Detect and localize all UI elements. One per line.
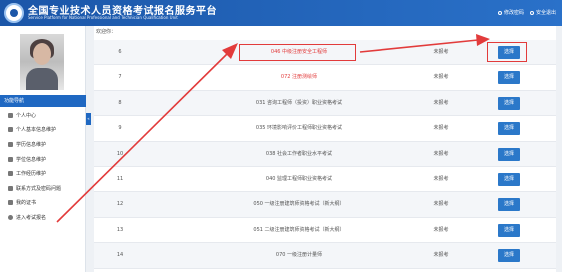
annotation-highlight-exam [239,44,356,61]
select-button-cell: 选择 [498,65,534,90]
row-number: 8 [118,99,122,106]
registration-status: 未报考 [433,252,449,259]
registration-status: 未报考 [433,49,449,55]
select-button[interactable]: 选择 [498,198,520,212]
sidebar-item-exam-registration[interactable]: 进入考试报名 [0,210,86,225]
avatar [20,34,64,90]
exam-name: 035 环境影响评价工程师职业资格考试 [255,125,343,132]
table-row: 7 072 注册测绘师 未报考 选择 [94,65,556,91]
registration-status: 未报考 [433,99,449,106]
graduation-icon [8,141,13,147]
change-password-link[interactable]: 修改密码 [497,9,524,16]
table-row: 14 070 一级注册计量师 未报考 选择 [94,243,556,269]
sidebar-item-personal-center[interactable]: 个人中心 [0,108,86,123]
exam-name: 070 一级注册计量师 [275,252,323,259]
table-row: 8 031 咨询工程师（投资）职业资格考试 未报考 选择 [94,90,556,117]
nav-section-title: 功能导航 [0,95,86,107]
lock-icon [497,10,502,15]
home-icon [8,112,13,118]
table-row: 12 050 一级注册建筑师资格考试（新大纲） 未报考 选择 [94,192,556,218]
exam-name: 031 咨询工程师（投资）职业资格考试 [255,99,343,106]
sidebar-item-label: 学历信息维护 [16,141,47,148]
row-number: 9 [118,125,122,132]
sidebar: 功能导航 个人中心 个人基本信息维护 学历信息维护 学位信息维护 工作经历维护 … [0,26,86,272]
sidebar-item-degree[interactable]: 学位信息维护 [0,152,86,167]
row-number: 13 [116,226,124,233]
sidebar-item-label: 进入考试报名 [16,214,47,221]
logout-link[interactable]: 安全退出 [529,9,556,16]
phone-icon [8,185,13,191]
platform-logo-icon [4,3,24,23]
page: 全国专业技术人员资格考试报名服务平台 Service Platform for … [0,0,562,272]
select-button-cell: 选择 [498,192,534,217]
logout-label: 安全退出 [535,10,556,16]
top-header: 全国专业技术人员资格考试报名服务平台 Service Platform for … [0,0,562,26]
sidebar-item-label: 我的证书 [16,200,37,207]
sidebar-item-work-experience[interactable]: 工作经历维护 [0,166,86,181]
select-button-cell: 选择 [498,91,534,116]
sidebar-item-label: 个人基本信息维护 [16,127,57,134]
table-row: 9 035 环境影响评价工程师职业资格考试 未报考 选择 [94,116,556,142]
arrow-right-icon [8,214,13,220]
welcome-text: 欢迎你： [96,29,117,35]
power-icon [529,10,534,15]
row-number: 12 [116,201,124,208]
platform-subtitle: Service Platform for National Profession… [28,15,178,20]
change-password-label: 修改密码 [503,10,524,16]
registration-status: 未报考 [433,226,449,233]
exam-name: 040 监理工程师职业资格考试 [265,175,333,182]
top-links: 修改密码 安全退出 [497,9,556,16]
sidebar-item-label: 个人中心 [16,112,37,119]
row-number: 6 [118,49,122,55]
table-row: 11 040 监理工程师职业资格考试 未报考 选择 [94,167,556,193]
main-content: 欢迎你： 6 046 中级注册安全工程师 未报考 选择 7 072 注册测绘师 未报考 选择 8… [94,26,556,272]
select-button-cell: 选择 [498,167,534,192]
registration-status: 未报考 [433,150,449,157]
select-button[interactable]: 选择 [498,71,520,85]
sidebar-item-basic-info[interactable]: 个人基本信息维护 [0,123,86,138]
exam-name: 051 二级注册建筑师资格考试（新大纲） [253,226,345,233]
user-icon [8,127,13,133]
sidebar-item-label: 联系方式及密码问题 [16,185,62,192]
select-button[interactable]: 选择 [498,96,520,110]
certificate-icon [8,200,13,206]
exam-name: 072 注册测绘师 [280,74,318,81]
select-button[interactable]: 选择 [498,122,520,136]
registration-status: 未报考 [433,125,449,132]
registration-status: 未报考 [433,201,449,208]
select-button-cell: 选择 [498,218,534,243]
sidebar-item-label: 工作经历维护 [16,171,47,178]
select-button[interactable]: 选择 [498,249,520,263]
row-number: 14 [116,252,124,259]
registration-status: 未报考 [433,175,449,182]
sidebar-collapse-toggle[interactable]: « [86,113,91,125]
table-row: 6 046 中级注册安全工程师 未报考 选择 [94,40,556,66]
sidebar-item-contact[interactable]: 联系方式及密码问题 [0,181,86,196]
select-button[interactable]: 选择 [498,223,520,237]
select-button[interactable]: 选择 [498,147,520,161]
select-button-cell: 选择 [498,116,534,141]
row-number: 11 [116,175,124,182]
exam-name: 038 社会工作者职业水平考试 [265,150,333,157]
row-number: 7 [118,74,122,81]
annotation-highlight-button [487,42,527,62]
graduation-icon [8,156,13,162]
table-row: 13 051 二级注册建筑师资格考试（新大纲） 未报考 选择 [94,218,556,244]
select-button[interactable]: 选择 [498,172,520,186]
exam-name: 050 一级注册建筑师资格考试（新大纲） [253,201,345,208]
select-button-cell: 选择 [498,142,534,167]
registration-status: 未报考 [433,74,449,81]
sidebar-item-label: 学位信息维护 [16,156,47,163]
sidebar-item-certificates[interactable]: 我的证书 [0,196,86,211]
sidebar-item-education[interactable]: 学历信息维护 [0,137,86,152]
nav-list: 个人中心 个人基本信息维护 学历信息维护 学位信息维护 工作经历维护 联系方式及… [0,108,86,225]
table-row: 10 038 社会工作者职业水平考试 未报考 选择 [94,141,556,167]
row-number: 10 [116,150,124,157]
briefcase-icon [8,171,13,177]
select-button-cell: 选择 [498,243,534,268]
exam-table: 6 046 中级注册安全工程师 未报考 选择 7 072 注册测绘师 未报考 选择 8 031 咨… [94,40,556,269]
